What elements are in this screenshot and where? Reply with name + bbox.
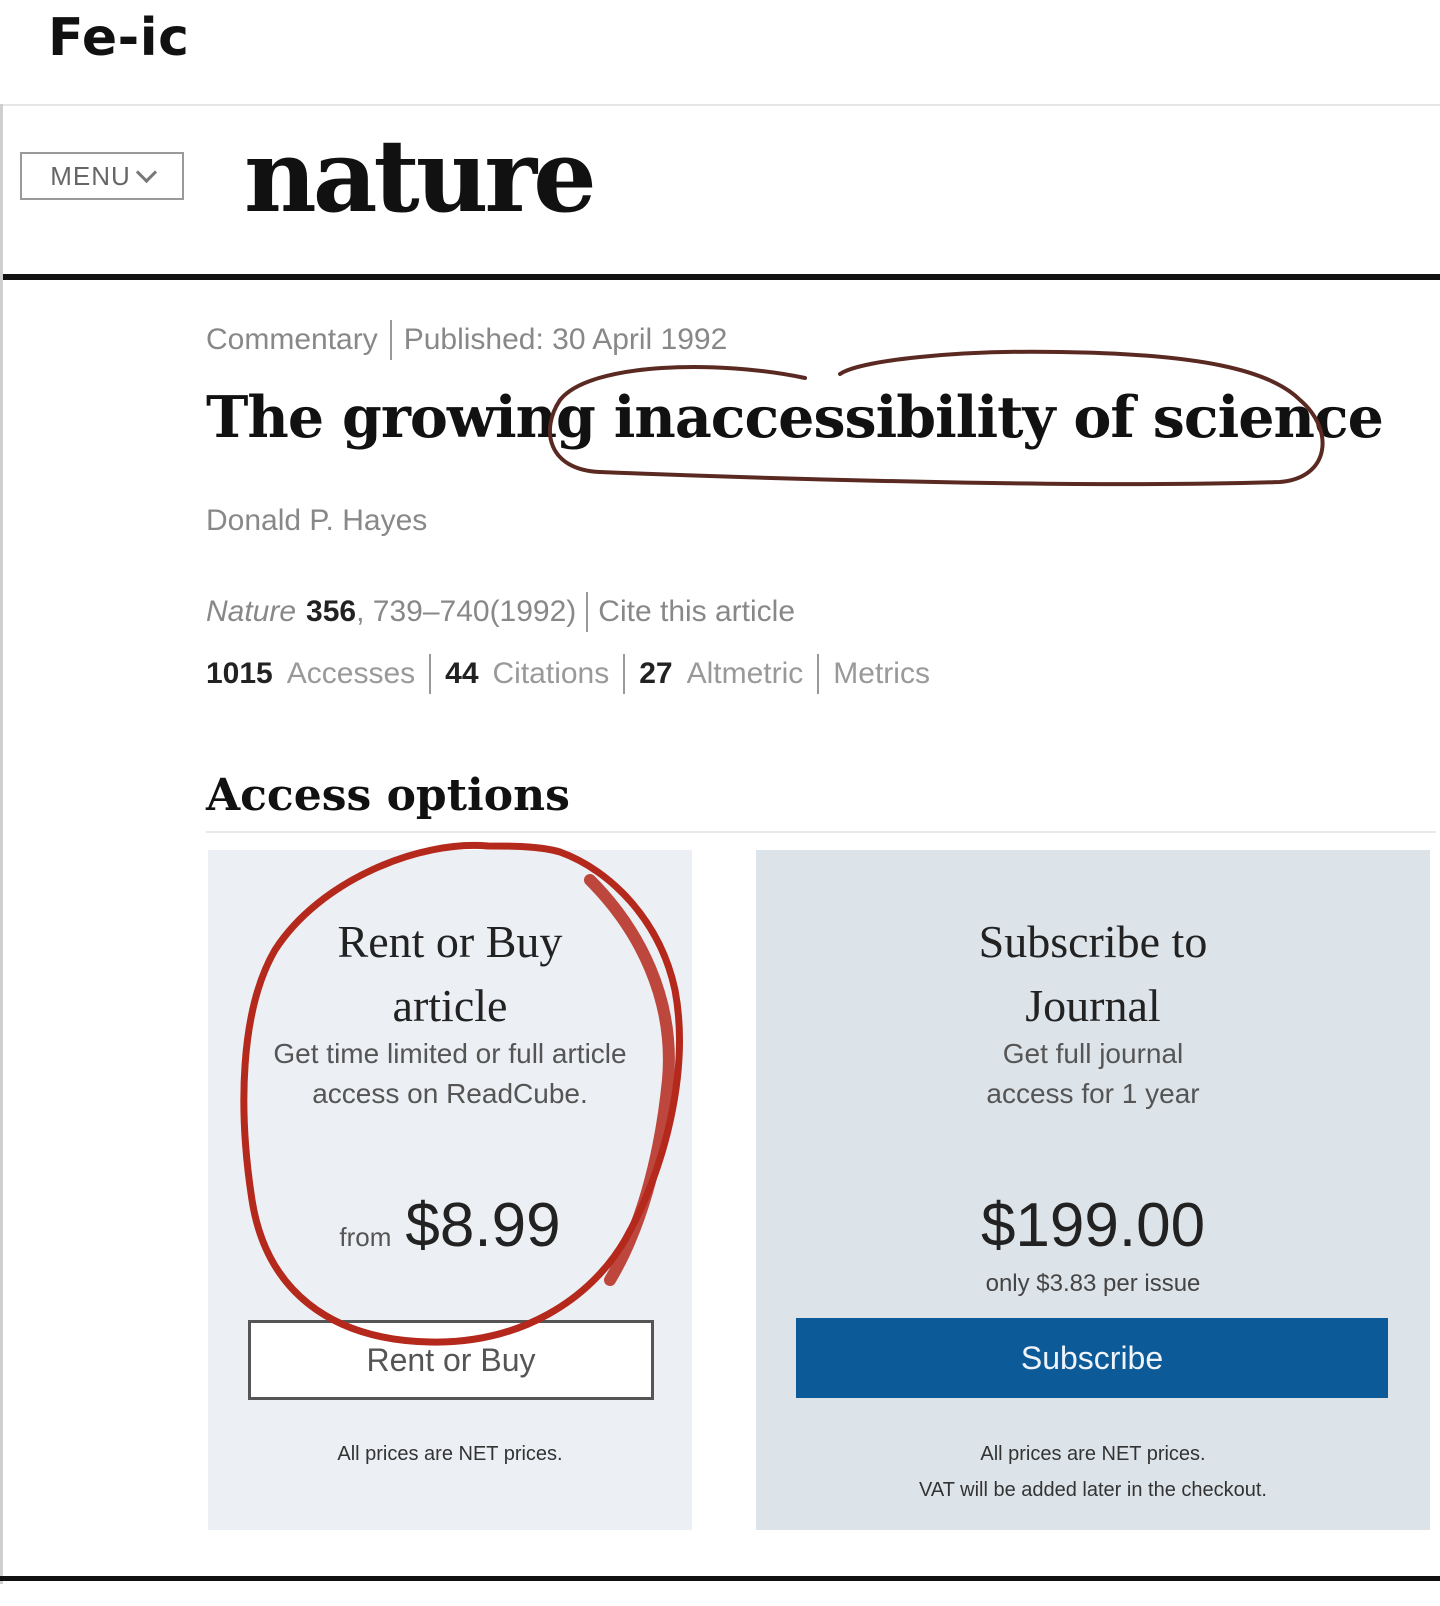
altmetric-count: 27 xyxy=(639,657,673,690)
rent-price-note: All prices are NET prices. xyxy=(337,1443,563,1465)
subscribe-desc-line2: access for 1 year xyxy=(986,1078,1200,1109)
cite-this-article-link[interactable]: Cite this article xyxy=(598,595,795,629)
rent-price-row: from $8.99 xyxy=(208,1190,692,1261)
article-type: Commentary xyxy=(206,323,378,356)
altmetric-label: Altmetric xyxy=(686,657,804,690)
rent-desc-line2: access on ReadCube. xyxy=(312,1078,588,1109)
subscribe-button[interactable]: Subscribe xyxy=(796,1318,1388,1398)
footer-divider xyxy=(0,1576,1440,1581)
subscribe-card-title: Subscribe to Journal xyxy=(756,910,1430,1038)
subscribe-note-line2: VAT will be added later in the checkout. xyxy=(919,1479,1267,1501)
menu-button[interactable]: MENU xyxy=(20,152,184,200)
rent-desc-line1: Get time limited or full article xyxy=(273,1038,627,1069)
divider xyxy=(817,654,820,694)
subscribe-price: $199.00 xyxy=(980,1191,1206,1260)
rent-or-buy-button[interactable]: Rent or Buy xyxy=(248,1320,654,1400)
subscribe-title-line1: Subscribe to xyxy=(978,916,1208,967)
article-metrics: 1015 Accesses 44 Citations 27 Altmetric … xyxy=(206,654,930,694)
screenshot-edge xyxy=(0,104,3,1584)
subscribe-price-note: All prices are NET prices. VAT will be a… xyxy=(756,1436,1430,1508)
divider xyxy=(389,320,392,360)
subscribe-desc-line1: Get full journal xyxy=(1002,1038,1184,1069)
chevron-down-icon xyxy=(135,161,157,183)
metrics-link[interactable]: Metrics xyxy=(833,657,930,691)
nature-logo[interactable]: nature xyxy=(244,126,597,226)
header-divider xyxy=(0,274,1440,280)
pages: , 739–740(1992) xyxy=(356,595,577,628)
subscribe-card: Subscribe to Journal Get full journal ac… xyxy=(756,850,1430,1530)
citations-count: 44 xyxy=(445,657,479,690)
citation-line: Nature 356, 739–740(1992) Cite this arti… xyxy=(206,592,795,632)
rent-or-buy-card: Rent or Buy article Get time limited or … xyxy=(208,850,692,1530)
article-title: The growing inaccessibility of science xyxy=(206,384,1384,451)
volume: 356 xyxy=(306,595,357,628)
access-divider xyxy=(206,831,1436,833)
publish-date: Published: 30 April 1992 xyxy=(403,323,728,356)
rent-card-description: Get time limited or full article access … xyxy=(208,1034,692,1114)
rent-title-line2: article xyxy=(392,980,508,1031)
from-label: from xyxy=(339,1222,392,1252)
rent-card-title: Rent or Buy article xyxy=(208,910,692,1038)
divider xyxy=(623,654,626,694)
subscribe-title-line2: Journal xyxy=(1025,980,1161,1031)
subscribe-price-row: $199.00 xyxy=(756,1190,1430,1261)
divider xyxy=(586,592,589,632)
access-options-heading: Access options xyxy=(206,770,570,821)
menu-label: MENU xyxy=(50,160,131,191)
post-caption: Fe-ic xyxy=(48,8,190,68)
accesses-label: Accesses xyxy=(286,657,416,690)
rent-title-line1: Rent or Buy xyxy=(337,916,563,967)
divider xyxy=(429,654,432,694)
per-issue-price: only $3.83 per issue xyxy=(985,1270,1201,1297)
author-link[interactable]: Donald P. Hayes xyxy=(206,504,427,538)
rent-price: $8.99 xyxy=(405,1191,561,1260)
screenshot-region: MENU nature Commentary Published: 30 Apr… xyxy=(0,104,1440,1606)
subscribe-card-description: Get full journal access for 1 year xyxy=(756,1034,1430,1114)
article-meta: Commentary Published: 30 April 1992 xyxy=(206,320,727,360)
subscribe-note-line1: All prices are NET prices. xyxy=(980,1443,1206,1465)
journal-name: Nature xyxy=(206,595,297,628)
accesses-count: 1015 xyxy=(206,657,273,690)
citations-label: Citations xyxy=(492,657,610,690)
